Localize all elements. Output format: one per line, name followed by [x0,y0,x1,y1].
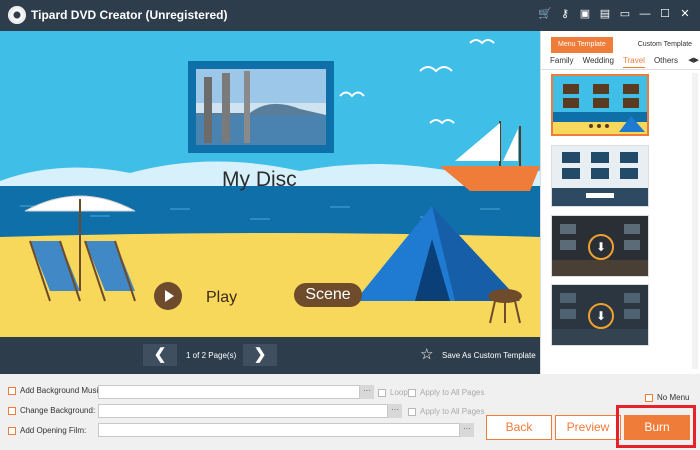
loop-option[interactable]: Loop [378,388,408,397]
save-icon[interactable]: ▣ [578,7,592,21]
no-menu-checkbox[interactable] [645,393,653,402]
close-icon[interactable]: ✕ [678,7,692,21]
download-icon[interactable]: ⬇ [588,303,614,329]
change-bg-checkbox[interactable] [8,406,16,415]
title-bar-icons: 🛒 ⚷ ▣ ▤ ▭ — ☐ ✕ [538,7,692,21]
template-thumbnail-travel-4[interactable]: ⬇ [551,284,649,346]
back-button[interactable]: Back [486,415,552,440]
star-icon: ☆ [420,346,434,363]
apply-all-music-label: Apply to All Pages [420,388,485,397]
category-travel[interactable]: Travel [623,56,645,68]
no-menu-label: No Menu [657,393,690,402]
bg-image-path-input[interactable] [98,404,388,418]
bg-music-browse-button[interactable]: ··· [360,385,374,399]
template-panel: Menu Template Custom Template Family Wed… [540,31,700,374]
template-tabs: Menu Template Custom Template [551,37,699,53]
page-indicator: 1 of 2 Page(s) [186,351,237,360]
template-thumbnail-travel-1[interactable] [551,74,649,136]
bg-image-browse-button[interactable]: ··· [388,404,402,418]
bg-music-label: Add Background Music: [20,386,105,395]
menu-preview: My Disc Play Scene [0,31,540,337]
prev-page-button[interactable]: ❮ [143,344,177,366]
next-page-button[interactable]: ❯ [243,344,277,366]
category-family[interactable]: Family [550,56,574,68]
apply-all-bg-option[interactable]: Apply to All Pages [408,407,484,416]
change-bg-option[interactable]: Change Background: [8,406,95,415]
save-as-template-button[interactable]: ☆ Save As Custom Template [420,347,536,363]
apply-all-music-checkbox[interactable] [408,388,416,397]
template-thumbnail-travel-3[interactable]: ⬇ [551,215,649,277]
opening-film-checkbox[interactable] [8,426,16,435]
play-label[interactable]: Play [206,289,237,307]
download-icon[interactable]: ⬇ [588,234,614,260]
preview-button[interactable]: Preview [555,415,621,440]
template-thumbnail-travel-2[interactable] [551,145,649,207]
tab-custom-template[interactable]: Custom Template [631,37,699,53]
loop-checkbox[interactable] [378,388,386,397]
disc-title[interactable]: My Disc [222,168,297,192]
bg-music-checkbox[interactable] [8,386,16,395]
category-wedding[interactable]: Wedding [583,56,614,68]
scene-button[interactable]: Scene [294,283,362,307]
cart-icon[interactable]: 🛒 [538,7,552,21]
apply-all-music-option[interactable]: Apply to All Pages [408,388,484,397]
page-navigation-bar: ❮ 1 of 2 Page(s) ❯ ☆ Save As Custom Temp… [0,337,540,374]
register-icon[interactable]: ▤ [598,7,612,21]
apply-all-bg-label: Apply to All Pages [420,407,485,416]
category-scroll-arrows-icon[interactable]: ◀▶ [688,56,699,64]
window-title: Tipard DVD Creator (Unregistered) [31,8,228,22]
output-options: Add Background Music: ··· Loop Apply to … [0,374,700,450]
maximize-icon[interactable]: ☐ [658,7,672,21]
bg-music-option[interactable]: Add Background Music: [8,386,105,395]
feedback-icon[interactable]: ▭ [618,7,632,21]
opening-film-path-input[interactable] [98,423,460,437]
app-logo-icon [8,6,26,24]
opening-film-label: Add Opening Film: [20,426,87,435]
minimize-icon[interactable]: — [638,7,652,21]
play-icon[interactable] [154,282,182,310]
apply-all-bg-checkbox[interactable] [408,407,416,416]
loop-label: Loop [390,388,408,397]
burn-highlight-box [616,405,696,448]
category-tabs: Family Wedding Travel Others ◀▶ [541,56,700,68]
bg-music-path-input[interactable] [98,385,360,399]
panel-divider [541,69,700,70]
template-panel-scrollbar[interactable] [692,73,698,369]
opening-film-browse-button[interactable]: ··· [460,423,474,437]
category-others[interactable]: Others [654,56,678,68]
no-menu-option[interactable]: No Menu [645,393,689,402]
key-icon[interactable]: ⚷ [558,7,572,21]
title-bar: Tipard DVD Creator (Unregistered) 🛒 ⚷ ▣ … [0,0,700,31]
tab-menu-template[interactable]: Menu Template [551,37,613,53]
change-bg-label: Change Background: [20,406,96,415]
opening-film-option[interactable]: Add Opening Film: [8,426,86,435]
save-template-label: Save As Custom Template [442,350,536,360]
